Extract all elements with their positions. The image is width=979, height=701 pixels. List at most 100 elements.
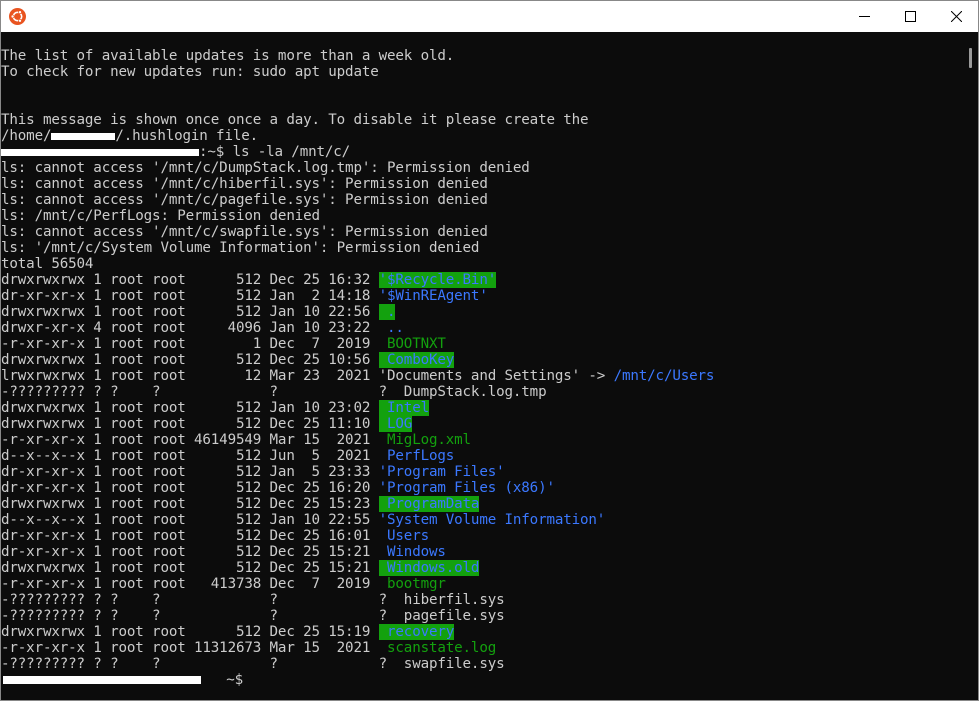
scrollbar-thumb[interactable] (969, 48, 972, 68)
entry-meta: dr-xr-xr-x 1 root root 512 Jan 2 14:18 (1, 288, 379, 304)
terminal-window: The list of available updates is more th… (0, 0, 979, 701)
entry-name: BOOTNXT (378, 336, 446, 352)
entry-meta: drwxrwxrwx 1 root root 512 Dec 25 16:32 (1, 272, 379, 288)
entry-name: .. (378, 320, 404, 336)
list-item: -r-xr-xr-x 1 root root 413738 Dec 7 2019… (1, 576, 714, 592)
entry-meta: dr-xr-xr-x 1 root root 512 Dec 25 15:21 (1, 544, 379, 560)
list-item: drwxrwxrwx 1 root root 512 Dec 25 16:32 … (1, 272, 714, 288)
ubuntu-icon[interactable] (9, 8, 26, 25)
list-item: -r-xr-xr-x 1 root root 1 Dec 7 2019 BOOT… (1, 336, 714, 352)
hushlogin-line: /home/ /.hushlogin file. (1, 128, 714, 144)
entry-meta: drwxrwxrwx 1 root root 512 Dec 25 11:10 (1, 416, 379, 432)
entry-name: 'System Volume Information' (378, 512, 606, 528)
entry-meta: drwxrwxrwx 1 root root 512 Dec 25 15:21 (1, 560, 379, 576)
redacted-prompt-user (3, 676, 201, 684)
entry-meta: -????????? ? ? ? ? ? (1, 656, 396, 672)
redacted-prompt-user (1, 148, 199, 156)
prompt-command: :~$ ls -la /mnt/c/ (199, 144, 351, 160)
entry-meta: dr-xr-xr-x 1 root root 512 Dec 25 16:20 (1, 480, 379, 496)
entry-name: swapfile.sys (395, 656, 505, 672)
minimize-button[interactable] (841, 1, 887, 32)
error-line: ls: /mnt/c/PerfLogs: Permission denied (1, 208, 320, 224)
list-item: -????????? ? ? ? ? ? pagefile.sys (1, 608, 714, 624)
entry-meta: -r-xr-xr-x 1 root root 11312673 Mar 15 2… (1, 640, 379, 656)
list-item: -????????? ? ? ? ? ? swapfile.sys (1, 656, 714, 672)
total-line: total 56504 (1, 256, 94, 272)
title-bar[interactable] (1, 1, 978, 32)
entry-meta: drwxrwxrwx 1 root root 512 Dec 25 10:56 (1, 352, 379, 368)
list-item: d--x--x--x 1 root root 512 Jan 10 22:55 … (1, 512, 714, 528)
entry-meta: drwxrwxrwx 1 root root 512 Dec 25 15:19 (1, 624, 379, 640)
list-item: lrwxrwxrwx 1 root root 12 Mar 23 2021 'D… (1, 368, 714, 384)
motd-line: The list of available updates is more th… (1, 48, 455, 64)
error-line: ls: cannot access '/mnt/c/pagefile.sys':… (1, 192, 488, 208)
symlink-target: /mnt/c/Users (613, 368, 715, 384)
error-lines: ls: cannot access '/mnt/c/DumpStack.log.… (1, 160, 714, 256)
list-item: dr-xr-xr-x 1 root root 512 Jan 5 23:33 '… (1, 464, 714, 480)
list-item: -????????? ? ? ? ? ? hiberfil.sys (1, 592, 714, 608)
entry-meta: -????????? ? ? ? ? ? (1, 592, 396, 608)
list-item: -r-xr-xr-x 1 root root 46149549 Mar 15 2… (1, 432, 714, 448)
terminal-output[interactable]: The list of available updates is more th… (1, 32, 965, 700)
entry-name: '$WinREAgent' (378, 288, 488, 304)
vertical-scrollbar[interactable] (965, 32, 978, 700)
maximize-button[interactable] (887, 1, 933, 32)
entry-meta: -r-xr-xr-x 1 root root 413738 Dec 7 2019 (1, 576, 379, 592)
hush-prefix: /home/ (1, 128, 52, 144)
list-item: drwxrwxrwx 1 root root 512 Dec 25 15:19 … (1, 624, 714, 640)
entry-meta: dr-xr-xr-x 1 root root 512 Jan 5 23:33 (1, 464, 379, 480)
entry-name: bootmgr (378, 576, 446, 592)
entry-name: pagefile.sys (395, 608, 505, 624)
entry-meta: -r-xr-xr-x 1 root root 46149549 Mar 15 2… (1, 432, 379, 448)
list-item: drwxrwxrwx 1 root root 512 Jan 10 22:56 … (1, 304, 714, 320)
list-item: d--x--x--x 1 root root 512 Jun 5 2021 Pe… (1, 448, 714, 464)
redacted-username (51, 132, 116, 140)
final-prompt-line: ~$ (1, 672, 714, 688)
entry-name: ComboKey (378, 352, 455, 368)
list-item: drwxrwxrwx 1 root root 512 Dec 25 15:21 … (1, 560, 714, 576)
entry-name: Intel (378, 400, 429, 416)
list-item: dr-xr-xr-x 1 root root 512 Dec 25 16:01 … (1, 528, 714, 544)
list-item: dr-xr-xr-x 1 root root 512 Dec 25 16:20 … (1, 480, 714, 496)
entry-name: Users (378, 528, 429, 544)
final-prompt: ~$ (226, 672, 243, 688)
list-item: drwxrwxrwx 1 root root 512 Dec 25 11:10 … (1, 416, 714, 432)
entry-meta: d--x--x--x 1 root root 512 Jan 10 22:55 (1, 512, 379, 528)
minimize-icon (858, 16, 870, 17)
entry-meta: -r-xr-xr-x 1 root root 1 Dec 7 2019 (1, 336, 379, 352)
entry-name: 'Program Files (x86)' (378, 480, 555, 496)
hush-suffix: /.hushlogin file. (115, 128, 259, 144)
entry-name: Windows (378, 544, 446, 560)
entry-meta: drwxr-xr-x 4 root root 4096 Jan 10 23:22 (1, 320, 379, 336)
entry-meta: dr-xr-xr-x 1 root root 512 Dec 25 16:01 (1, 528, 379, 544)
entry-name: hiberfil.sys (395, 592, 505, 608)
prompt-line: :~$ ls -la /mnt/c/ (1, 144, 714, 160)
entry-meta: drwxrwxrwx 1 root root 512 Jan 10 22:56 (1, 304, 379, 320)
error-line: ls: cannot access '/mnt/c/hiberfil.sys':… (1, 176, 488, 192)
directory-listing: drwxrwxrwx 1 root root 512 Dec 25 16:32 … (1, 272, 714, 672)
error-line: ls: cannot access '/mnt/c/swapfile.sys':… (1, 224, 488, 240)
close-button[interactable] (933, 1, 979, 32)
list-item: drwxr-xr-x 4 root root 4096 Jan 10 23:22… (1, 320, 714, 336)
error-line: ls: cannot access '/mnt/c/DumpStack.log.… (1, 160, 530, 176)
terminal-lines: The list of available updates is more th… (1, 48, 714, 688)
entry-meta: drwxrwxrwx 1 root root 512 Jan 10 23:02 (1, 400, 379, 416)
hushlogin-line: This message is shown once once a day. T… (1, 112, 589, 128)
entry-name: MigLog.xml (378, 432, 471, 448)
list-item: drwxrwxrwx 1 root root 512 Dec 25 10:56 … (1, 352, 714, 368)
entry-name: recovery (378, 624, 455, 640)
entry-name: LOG (378, 416, 413, 432)
entry-meta: drwxrwxrwx 1 root root 512 Dec 25 15:23 (1, 496, 379, 512)
close-icon (950, 11, 962, 22)
entry-meta: -????????? ? ? ? ? ? (1, 384, 396, 400)
entry-name: scanstate.log (378, 640, 497, 656)
entry-meta: -????????? ? ? ? ? ? (1, 608, 396, 624)
maximize-icon (904, 11, 916, 22)
list-item: dr-xr-xr-x 1 root root 512 Jan 2 14:18 '… (1, 288, 714, 304)
entry-name: ProgramData (378, 496, 480, 512)
entry-name: '$Recycle.Bin' (378, 272, 497, 288)
motd-line: To check for new updates run: sudo apt u… (1, 64, 379, 80)
entry-name: Windows.old (378, 560, 480, 576)
